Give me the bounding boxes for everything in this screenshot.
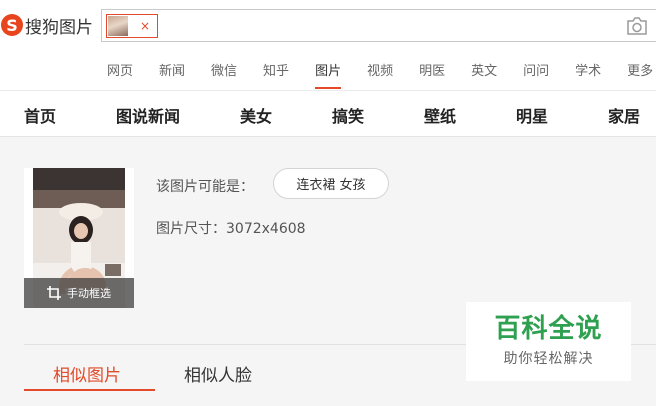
uploaded-image-chip[interactable]: × — [106, 14, 158, 38]
nav-item-more[interactable]: 更多 — [627, 60, 653, 79]
category-home[interactable]: 首页 — [24, 103, 56, 127]
tab-similar-images[interactable]: 相似图片 — [53, 361, 121, 386]
nav-item-zhihu[interactable]: 知乎 — [263, 60, 289, 79]
nav-item-wenwen[interactable]: 问问 — [523, 60, 549, 79]
category-beauty[interactable]: 美女 — [240, 103, 272, 127]
crop-icon — [47, 286, 61, 300]
nav-item-scholar[interactable]: 学术 — [575, 60, 601, 79]
nav-item-medical[interactable]: 明医 — [419, 60, 445, 79]
image-size: 图片尺寸：3072x4608 — [156, 221, 306, 237]
category-wallpaper[interactable]: 壁纸 — [424, 103, 456, 127]
category-stars[interactable]: 明星 — [516, 103, 548, 127]
category-picture-news[interactable]: 图说新闻 — [116, 103, 180, 127]
logo-text: 搜狗图片 — [25, 17, 93, 38]
category-bar: 首页 图说新闻 美女 搞笑 壁纸 明星 家居 — [0, 90, 656, 137]
nav-item-video[interactable]: 视频 — [367, 60, 393, 79]
maybe-label: 该图片可能是： — [156, 179, 254, 195]
active-tab-indicator — [24, 389, 155, 391]
close-icon[interactable]: × — [140, 20, 150, 32]
search-box[interactable]: × — [101, 9, 656, 42]
category-funny[interactable]: 搞笑 — [332, 103, 364, 127]
sogou-logo[interactable]: S 搜狗图片 — [0, 10, 93, 40]
logo-mark: S — [1, 14, 23, 36]
watermark-title: 百科全说 — [494, 314, 603, 345]
nav-item-images[interactable]: 图片 — [315, 60, 342, 89]
guess-tag[interactable]: 连衣裙 女孩 — [273, 168, 389, 199]
search-nav: 网页 新闻 微信 知乎 图片 视频 明医 英文 问问 学术 更多 — [107, 60, 656, 89]
uploaded-image-thumbnail — [108, 16, 128, 36]
nav-item-english[interactable]: 英文 — [471, 60, 497, 79]
watermark-logo: 百科全说 助你轻松解决 — [466, 302, 631, 381]
watermark-subtitle: 助你轻松解决 — [503, 350, 594, 367]
manual-crop-button[interactable]: 手动框选 — [24, 278, 134, 308]
nav-item-wechat[interactable]: 微信 — [211, 60, 237, 79]
header: S 搜狗图片 × 网页 新闻 微信 知乎 图片 视频 明医 英文 问问 学术 更… — [0, 0, 656, 90]
camera-icon[interactable] — [626, 16, 648, 36]
category-home-decor[interactable]: 家居 — [608, 103, 640, 127]
manual-crop-label: 手动框选 — [67, 287, 111, 300]
query-image-preview: 手动框选 — [24, 168, 134, 308]
tab-similar-faces[interactable]: 相似人脸 — [184, 361, 252, 386]
nav-item-news[interactable]: 新闻 — [159, 60, 185, 79]
nav-item-web[interactable]: 网页 — [107, 60, 133, 79]
